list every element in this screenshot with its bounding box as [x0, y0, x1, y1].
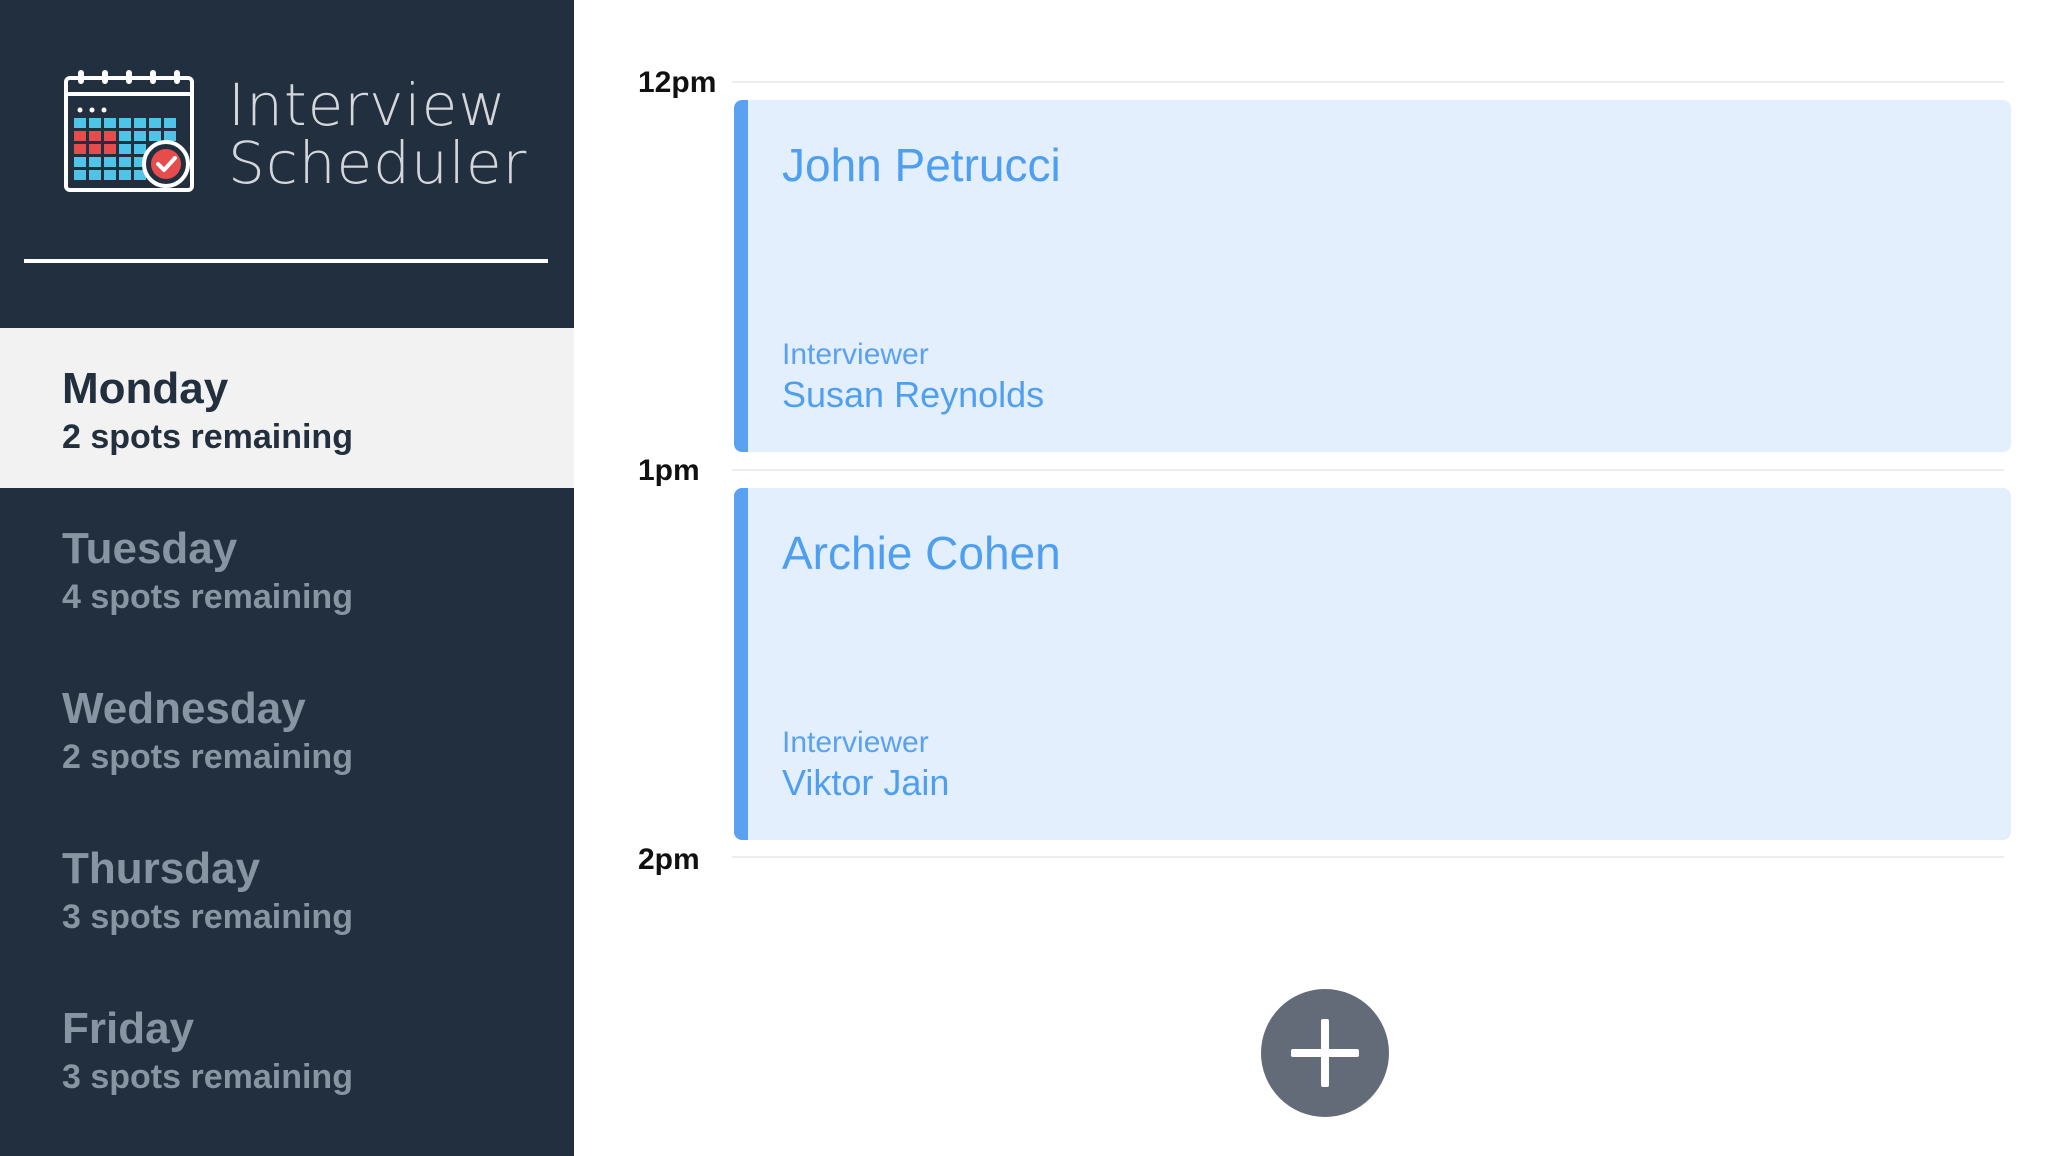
day-item-wednesday[interactable]: Wednesday 2 spots remaining: [0, 648, 574, 808]
sidebar-divider: [24, 259, 548, 263]
appointment-card[interactable]: John Petrucci Interviewer Susan Reynolds: [734, 100, 2011, 452]
student-name: John Petrucci: [782, 139, 1061, 191]
day-item-thursday[interactable]: Thursday 3 spots remaining: [0, 808, 574, 968]
interviewer-name: Susan Reynolds: [782, 374, 1045, 415]
appointment-card[interactable]: Archie Cohen Interviewer Viktor Jain: [734, 488, 2011, 840]
schedule: 12pm John Petrucci Interviewer Susan Rey…: [574, 0, 2064, 1156]
day-name: Monday: [62, 364, 229, 413]
day-spots: 3 spots remaining: [62, 898, 353, 936]
day-item-monday[interactable]: Monday 2 spots remaining: [0, 328, 574, 488]
day-name: Wednesday: [62, 684, 306, 733]
day-spots: 2 spots remaining: [62, 738, 353, 776]
sidebar: Interview Scheduler Monday 2 spots remai…: [0, 0, 574, 1156]
brand-header: Interview Scheduler: [0, 0, 574, 264]
time-label-1pm: 1pm: [638, 454, 700, 487]
time-label-2pm: 2pm: [638, 843, 700, 876]
calendar-check-icon: [64, 70, 194, 192]
hour-divider: [732, 81, 2004, 83]
interviewer-label: Interviewer: [782, 726, 929, 759]
app-title-line1: Interview: [228, 71, 507, 139]
day-spots: 2 spots remaining: [62, 418, 353, 456]
day-spots: 4 spots remaining: [62, 578, 353, 616]
day-name: Tuesday: [62, 524, 238, 573]
app-title-line2: Scheduler: [228, 129, 528, 197]
day-item-tuesday[interactable]: Tuesday 4 spots remaining: [0, 488, 574, 648]
day-item-friday[interactable]: Friday 3 spots remaining: [0, 968, 574, 1128]
interviewer-label: Interviewer: [782, 338, 929, 371]
app-title: Interview Scheduler: [228, 76, 527, 192]
hour-divider: [732, 856, 2004, 858]
day-name: Thursday: [62, 844, 261, 893]
add-appointment-button[interactable]: [1261, 989, 1389, 1117]
hour-divider: [732, 469, 2004, 471]
student-name: Archie Cohen: [782, 527, 1061, 579]
interviewer-name: Viktor Jain: [782, 762, 950, 803]
time-label-12pm: 12pm: [638, 66, 717, 99]
day-name: Friday: [62, 1004, 195, 1053]
day-spots: 3 spots remaining: [62, 1058, 353, 1096]
day-list: Monday 2 spots remaining Tuesday 4 spots…: [0, 328, 574, 1128]
